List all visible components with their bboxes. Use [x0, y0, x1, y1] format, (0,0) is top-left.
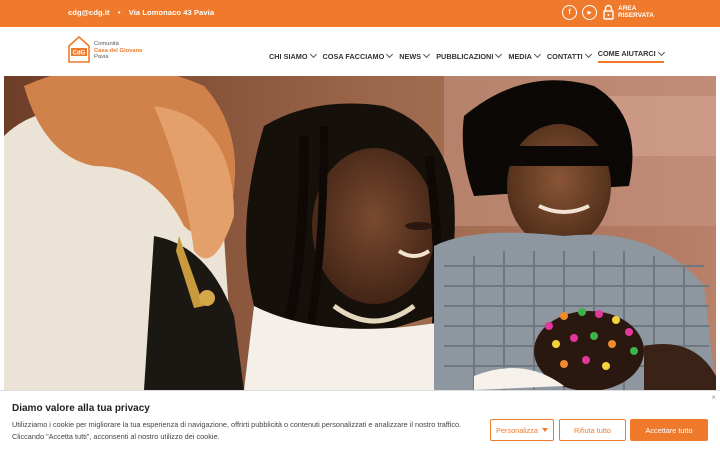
- logo-text: Comunità Casa del Giovane Pavia: [94, 41, 143, 61]
- contact-info: cdg@cdg.it • Via Lomonaco 43 Pavia: [68, 8, 214, 17]
- logo-mark: CdG: [73, 51, 86, 57]
- chevron-down-icon: [309, 50, 317, 59]
- site-logo[interactable]: CdG Comunità Casa del Giovane Pavia: [67, 33, 147, 69]
- top-bar: cdg@cdg.it • Via Lomonaco 43 Pavia f ▶ A…: [0, 0, 720, 27]
- chevron-down-icon: [495, 50, 503, 59]
- youtube-icon[interactable]: ▶: [582, 5, 597, 20]
- contact-separator: •: [117, 8, 121, 17]
- address-text: Via Lomonaco 43 Pavia: [128, 8, 215, 17]
- cookie-text: Utilizziamo i cookie per migliorare la t…: [12, 420, 462, 441]
- chevron-down-icon: [423, 50, 431, 59]
- nav-media[interactable]: MEDIA: [508, 49, 541, 63]
- site-header: CdG Comunità Casa del Giovane Pavia CHI …: [0, 27, 720, 76]
- nav-come-aiutarci[interactable]: COME AIUTARCI: [597, 48, 665, 63]
- chevron-down-icon: [657, 48, 665, 56]
- area-riservata-link[interactable]: AREA RISERVATA: [603, 4, 654, 20]
- nav-pubblicazioni[interactable]: PUBBLICAZIONI: [436, 49, 503, 63]
- lock-icon: [603, 4, 614, 20]
- main-nav: CHI SIAMO COSA FACCIAMO NEWS PUBBLICAZIO…: [269, 48, 671, 63]
- nav-cosa-facciamo[interactable]: COSA FACCIAMO: [323, 49, 394, 63]
- area-riservata-label: AREA RISERVATA: [618, 4, 654, 20]
- chevron-down-icon: [533, 50, 541, 59]
- close-icon[interactable]: ×: [711, 393, 716, 402]
- house-logo-icon: CdG: [67, 34, 91, 64]
- nav-contatti[interactable]: CONTATTI: [547, 49, 592, 63]
- hero-photo: [4, 76, 716, 390]
- email-link[interactable]: cdg@cdg.it: [68, 8, 110, 17]
- facebook-icon[interactable]: f: [562, 5, 577, 20]
- accetta-tutto-button[interactable]: Accettare tutto: [630, 419, 708, 441]
- nav-chi-siamo[interactable]: CHI SIAMO: [269, 49, 317, 63]
- caret-down-icon: [541, 428, 548, 432]
- chevron-down-icon: [584, 50, 592, 59]
- chevron-down-icon: [386, 50, 394, 59]
- cookie-title: Diamo valore alla tua privacy: [12, 403, 150, 414]
- hero-photo-illustration: [4, 76, 716, 390]
- rifiuta-tutto-button[interactable]: Rifiuta tutto: [559, 419, 626, 441]
- nav-news[interactable]: NEWS: [399, 49, 431, 63]
- cookie-banner: × Diamo valore alla tua privacy Utilizzi…: [0, 390, 720, 450]
- personalizza-button[interactable]: Personalizza: [490, 419, 554, 441]
